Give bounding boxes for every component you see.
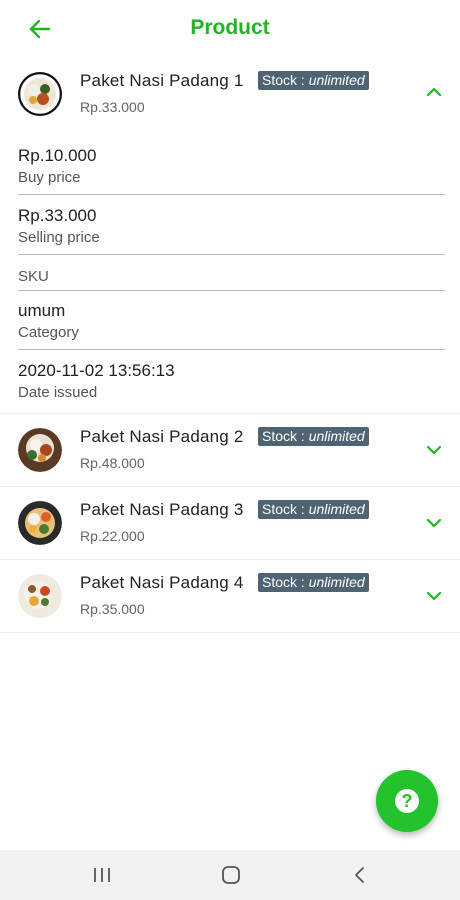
home-icon <box>222 866 240 884</box>
stock-badge: Stock : unlimited <box>258 71 369 90</box>
system-nav-bar <box>0 850 460 900</box>
recent-apps-button[interactable] <box>84 862 120 888</box>
product-item[interactable]: Paket Nasi Padang 4 Stock : unlimited Rp… <box>0 560 460 633</box>
product-price: Rp.33.000 <box>80 99 145 115</box>
system-back-button[interactable] <box>342 862 378 888</box>
detail-buy-price: Rp.10.000 Buy price <box>18 136 445 195</box>
detail-label: Buy price <box>18 169 81 186</box>
help-icon: ? <box>395 789 419 813</box>
collapse-button[interactable] <box>422 80 446 104</box>
product-price: Rp.35.000 <box>80 601 145 617</box>
detail-value: 2020-11-02 13:56:13 <box>18 361 175 380</box>
product-item[interactable]: Paket Nasi Padang 2 Stock : unlimited Rp… <box>0 414 460 487</box>
product-name: Paket Nasi Padang 1 <box>80 71 244 90</box>
detail-value: Rp.10.000 <box>18 146 97 165</box>
stock-badge: Stock : unlimited <box>258 573 369 592</box>
detail-label: SKU <box>18 268 49 285</box>
chevron-down-icon <box>426 445 442 455</box>
product-thumbnail <box>18 501 62 545</box>
product-price: Rp.48.000 <box>80 455 145 471</box>
detail-category: umum Category <box>18 291 445 350</box>
product-name: Paket Nasi Padang 2 <box>80 427 244 446</box>
detail-value: Rp.33.000 <box>18 206 97 225</box>
page-title: Product <box>190 16 270 39</box>
recent-apps-icon <box>94 868 110 882</box>
detail-label: Selling price <box>18 229 100 246</box>
expand-button[interactable] <box>422 511 446 535</box>
detail-selling-price: Rp.33.000 Selling price <box>18 196 445 255</box>
detail-value: umum <box>18 301 66 320</box>
product-item[interactable]: Paket Nasi Padang 3 Stock : unlimited Rp… <box>0 487 460 560</box>
detail-label: Date issued <box>18 384 98 401</box>
stock-badge: Stock : unlimited <box>258 427 369 446</box>
stock-badge: Stock : unlimited <box>258 500 369 519</box>
detail-date-issued: 2020-11-02 13:56:13 Date issued <box>18 351 445 409</box>
chevron-up-icon <box>426 87 442 97</box>
expand-button[interactable] <box>422 584 446 608</box>
chevron-left-icon <box>355 867 364 883</box>
product-name: Paket Nasi Padang 3 <box>80 500 244 519</box>
product-thumbnail <box>18 72 62 116</box>
expand-button[interactable] <box>422 438 446 462</box>
home-button[interactable] <box>213 862 249 888</box>
detail-label: Category <box>18 324 79 341</box>
chevron-down-icon <box>426 591 442 601</box>
detail-sku: SKU <box>18 256 445 291</box>
product-price: Rp.22.000 <box>80 528 145 544</box>
app-bar: Product <box>0 0 460 58</box>
product-thumbnail <box>18 574 62 618</box>
chevron-down-icon <box>426 518 442 528</box>
product-item[interactable]: Paket Nasi Padang 1 Stock : unlimited Rp… <box>0 58 460 130</box>
product-name: Paket Nasi Padang 4 <box>80 573 244 592</box>
product-thumbnail <box>18 428 62 472</box>
help-button[interactable]: ? <box>376 770 438 832</box>
